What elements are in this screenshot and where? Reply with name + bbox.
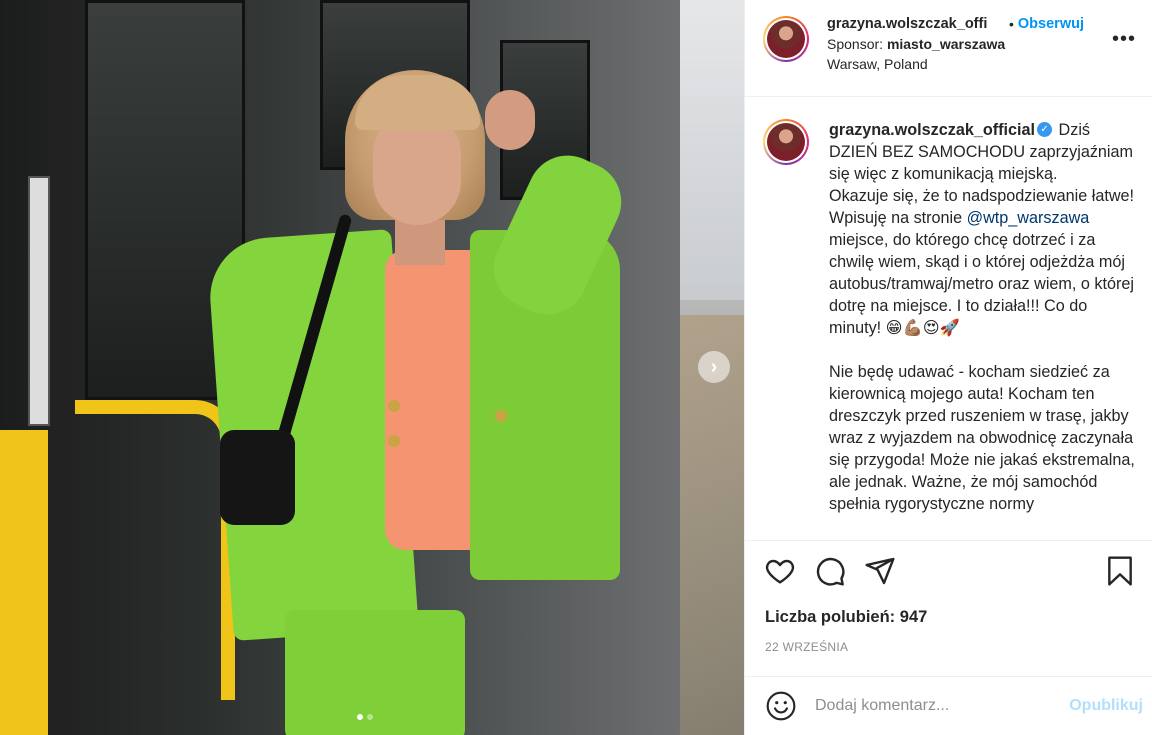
likes-number: 947 <box>899 608 928 626</box>
comment-button[interactable] <box>813 554 847 588</box>
door-pole <box>48 0 78 735</box>
more-options-button[interactable]: ••• <box>1112 28 1136 51</box>
verified-badge-icon: ✓ <box>1037 122 1053 138</box>
caption-avatar[interactable] <box>763 119 809 165</box>
chevron-right-icon: › <box>710 356 718 378</box>
next-photo-button[interactable]: › <box>698 351 730 383</box>
post-photo[interactable]: › <box>0 0 744 735</box>
post-details-panel: grazyna.wolszczak_offi • Obserwuj Sponso… <box>744 0 1152 735</box>
gold-button <box>495 410 507 422</box>
follow-button[interactable]: Obserwuj <box>1018 14 1084 34</box>
gold-button <box>388 435 400 447</box>
caption-paragraph-2: Nie będę udawać - kocham siedzieć za kie… <box>829 363 1135 513</box>
carousel-dots <box>357 714 373 720</box>
avatar-image <box>767 20 805 58</box>
comment-bar: Opublikuj <box>745 676 1152 735</box>
username-row: grazyna.wolszczak_offi • Obserwuj <box>827 14 1084 34</box>
like-button[interactable] <box>763 554 797 588</box>
comment-icon <box>816 557 845 586</box>
caption-username[interactable]: grazyna.wolszczak_official <box>829 121 1035 139</box>
carousel-dot <box>367 714 373 720</box>
neck <box>395 220 445 265</box>
sponsor-link[interactable]: miasto_warszawa <box>887 36 1005 52</box>
caption-text: grazyna.wolszczak_official ✓ Dziś DZIEŃ B… <box>829 119 1142 539</box>
gold-button <box>388 400 400 412</box>
door-sticker <box>28 176 50 426</box>
caption-mention[interactable]: @wtp_warszawa <box>967 209 1090 227</box>
caption-scroll-area[interactable]: grazyna.wolszczak_official ✓ Dziś DZIEŃ B… <box>745 97 1152 539</box>
green-pants <box>285 610 465 735</box>
avatar-image <box>767 123 805 161</box>
avatar-border <box>765 121 807 163</box>
caption-part-3: miejsce, do którego chcę dotrzeć i za ch… <box>829 231 1134 337</box>
instagram-post: › grazyna.wolszczak_offi • Obserwuj Spon… <box>0 0 1152 735</box>
face <box>373 115 461 225</box>
likes-label: Liczba polubień: <box>765 608 896 626</box>
woman-in-green-suit <box>190 70 650 735</box>
publish-button[interactable]: Opublikuj <box>1069 697 1143 715</box>
post-date[interactable]: 22 WRZEŚNIA <box>765 640 848 654</box>
likes-count[interactable]: Liczba polubień: 947 <box>765 608 927 627</box>
comment-input[interactable] <box>815 697 1070 715</box>
location-link[interactable]: Warsaw, Poland <box>827 54 1084 74</box>
bus-yellow-panel <box>0 430 55 735</box>
author-username[interactable]: grazyna.wolszczak_offi <box>827 14 1005 34</box>
post-header: grazyna.wolszczak_offi • Obserwuj Sponso… <box>745 0 1152 97</box>
avatar[interactable] <box>763 16 809 62</box>
action-bar <box>745 540 1152 600</box>
black-handbag <box>220 430 295 525</box>
hand <box>485 90 535 150</box>
sponsor-label: Sponsor: <box>827 36 884 52</box>
emoji-icon[interactable] <box>765 690 797 722</box>
bangs <box>355 75 480 130</box>
share-button[interactable] <box>863 554 897 588</box>
carousel-dot <box>357 714 363 720</box>
header-info: grazyna.wolszczak_offi • Obserwuj Sponso… <box>827 16 1084 96</box>
avatar-border <box>765 18 807 60</box>
save-button[interactable] <box>1103 554 1137 588</box>
heart-icon <box>765 559 795 584</box>
share-icon <box>865 557 895 584</box>
bookmark-icon <box>1108 555 1132 586</box>
sponsor-row: Sponsor: miasto_warszawa <box>827 34 1084 54</box>
separator-dot: • <box>1009 16 1014 32</box>
